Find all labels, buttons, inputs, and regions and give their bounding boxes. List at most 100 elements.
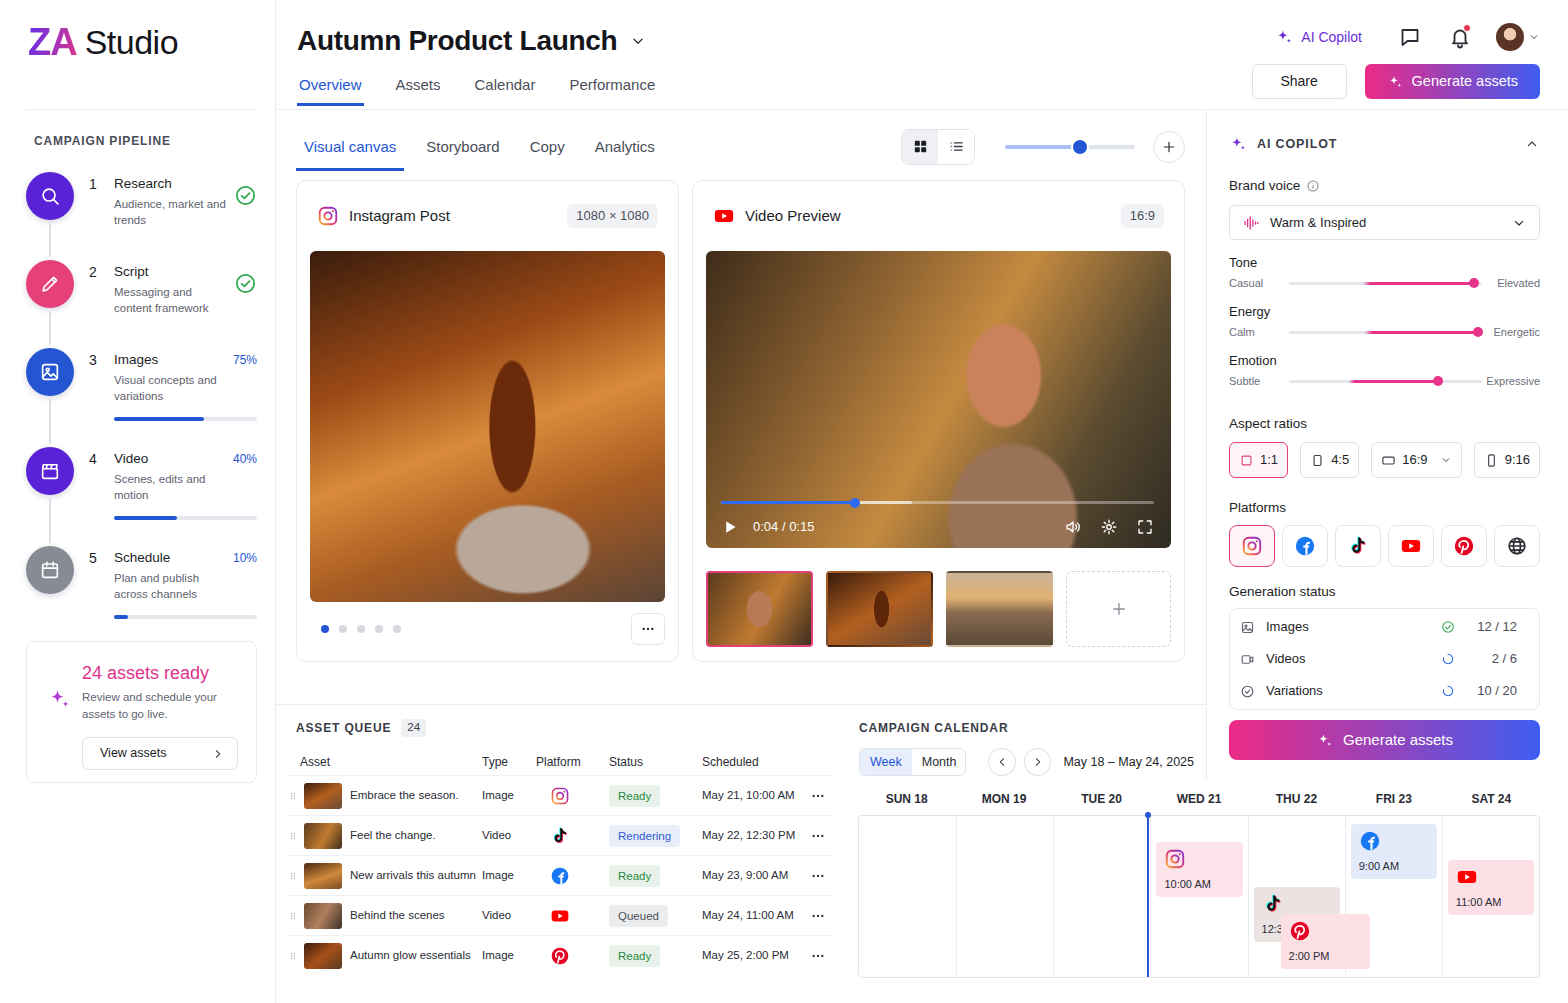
pipeline-step[interactable]: 1ResearchAudience, market and trends [26,172,257,260]
generation-status-label: Generation status [1229,583,1540,601]
drag-handle-icon[interactable] [288,949,298,963]
queue-row[interactable]: Behind the scenesVideoQueuedMay 24, 11:0… [288,895,834,935]
chat-icon[interactable] [1398,25,1422,49]
queue-row[interactable]: Feel the change.VideoRenderingMay 22, 12… [288,815,834,855]
gear-icon[interactable] [1100,518,1118,536]
more-button[interactable] [631,613,665,645]
carousel-dot[interactable] [393,625,401,633]
generate-assets-button[interactable]: Generate assets [1229,720,1540,760]
volume-icon[interactable] [1064,518,1082,536]
main-tab[interactable]: Assets [394,66,443,106]
slider-thumb[interactable] [1433,376,1443,386]
queue-row[interactable]: Autumn glow essentialsImageReadyMay 25, … [288,935,834,975]
campaign-title[interactable]: Autumn Product Launch [297,22,657,60]
slider-track[interactable] [1289,331,1482,334]
logo-name[interactable]: Studio [85,18,178,66]
canvas-tab[interactable]: Copy [522,128,573,171]
calendar-event[interactable]: 11:00 AM [1448,860,1534,915]
platform-button[interactable] [1282,525,1328,567]
platform-button[interactable] [1494,525,1540,567]
user-avatar[interactable] [1496,23,1524,51]
video-controls: 0:04 / 0:15 [721,501,1154,536]
share-button[interactable]: Share [1252,64,1347,99]
video-progress-track[interactable] [721,501,1154,504]
carousel-dot[interactable] [375,625,383,633]
platform-button[interactable] [1388,525,1434,567]
calendar-view-button[interactable]: Month [912,749,966,775]
video-thumbnail[interactable] [826,571,933,647]
chevron-up-icon[interactable] [1524,136,1540,152]
brand-voice-select[interactable]: Warm & Inspired [1229,205,1540,240]
platform-button[interactable] [1335,525,1381,567]
drag-handle-icon[interactable] [288,869,298,883]
platform-options [1229,525,1540,567]
main-tab[interactable]: Performance [567,66,657,106]
next-week-button[interactable] [1024,748,1052,776]
add-button[interactable] [1153,131,1185,163]
carousel-dot[interactable] [321,625,329,633]
previous-week-button[interactable] [988,748,1016,776]
video-thumbnail[interactable] [946,571,1053,647]
slider-track[interactable] [1289,380,1482,383]
video-scrubber[interactable] [850,498,860,508]
chevron-down-icon[interactable] [629,32,647,50]
ai-copilot-link[interactable]: AI Copilot [1275,28,1362,47]
drag-handle-icon[interactable] [288,829,298,843]
slider-track[interactable] [1289,282,1482,285]
generate-assets-button[interactable]: Generate assets [1365,64,1540,99]
drag-handle-icon[interactable] [288,909,298,923]
aspect-ratio-button[interactable]: 16:9 [1371,442,1461,478]
pinterest-icon [1453,535,1475,557]
canvas-tab[interactable]: Visual canvas [296,128,404,171]
drag-handle-icon[interactable] [288,789,298,803]
add-scene-button[interactable] [1066,571,1171,647]
platform-button[interactable] [1441,525,1487,567]
ellipsis-icon[interactable] [810,868,826,884]
pipeline-step[interactable]: 4VideoScenes, edits and motion40% [26,447,257,546]
event-time: 9:00 AM [1359,860,1429,873]
video-thumbnail[interactable] [706,571,813,647]
queue-row[interactable]: Embrace the season.ImageReadyMay 21, 10:… [288,775,834,815]
main-tab[interactable]: Overview [297,66,364,106]
logo-mark[interactable]: ZA [28,18,81,66]
calendar-event[interactable]: 10:00 AM [1156,842,1242,897]
slider-thumb[interactable] [1469,278,1479,288]
today-line [1147,812,1149,977]
calendar-event[interactable]: 9:00 AM [1351,824,1437,879]
canvas-tab[interactable]: Storyboard [418,128,507,171]
queue-row[interactable]: New arrivals this autumnImageReadyMay 23… [288,855,834,895]
slider-thumb[interactable] [1473,327,1483,337]
pipeline-step[interactable]: 2ScriptMessaging and content framework [26,260,257,348]
zoom-slider[interactable] [1005,145,1135,149]
slider-label: Tone [1229,254,1540,272]
aspect-ratio-button[interactable]: 1:1 [1229,442,1288,478]
info-icon[interactable] [1306,179,1320,193]
zoom-thumb[interactable] [1073,140,1087,154]
aspect-ratio-button[interactable]: 9:16 [1474,442,1540,478]
play-icon[interactable] [721,518,739,536]
grid-view-button[interactable] [902,130,938,164]
main-tab[interactable]: Calendar [473,66,538,106]
ellipsis-icon[interactable] [810,908,826,924]
ellipsis-icon[interactable] [810,788,826,804]
platform-button[interactable] [1229,525,1275,567]
bell-icon[interactable] [1448,25,1472,49]
logo[interactable]: ZAStudio [26,0,257,110]
progress-track [114,417,257,421]
fullscreen-icon[interactable] [1136,518,1154,536]
canvas-tab[interactable]: Analytics [587,128,663,171]
view-assets-button[interactable]: View assets [82,737,238,770]
carousel-dot[interactable] [339,625,347,633]
list-view-button[interactable] [938,130,974,164]
calendar-event[interactable]: 2:00 PM [1281,914,1370,969]
calendar-view-toggle: WeekMonth [859,748,966,776]
chevron-down-icon[interactable] [1528,31,1540,43]
carousel-dot[interactable] [357,625,365,633]
aspect-ratio-button[interactable]: 4:5 [1300,442,1359,478]
pipeline-step[interactable]: 5SchedulePlan and publish across channel… [26,546,257,641]
ellipsis-icon[interactable] [810,828,826,844]
ellipsis-icon[interactable] [810,948,826,964]
calendar-view-button[interactable]: Week [860,749,912,775]
pipeline-step[interactable]: 3ImagesVisual concepts and variations75% [26,348,257,447]
image-icon [39,361,61,383]
